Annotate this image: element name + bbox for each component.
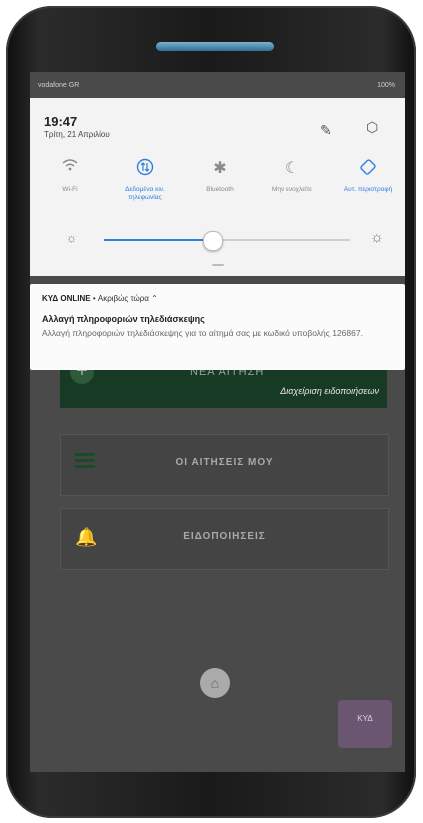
screen: vodafone GR 100% + ΝΕΑ ΑΙΤΗΣΗ Διαχείριση… xyxy=(30,72,405,772)
drag-handle[interactable] xyxy=(212,264,224,266)
speaker-grille xyxy=(156,42,274,51)
notification-card[interactable]: ΚΥΔ ONLINE • Ακριβώς τώρα ⌃ Αλλαγή πληρο… xyxy=(30,284,405,370)
tile-mobile-data[interactable]: Δεδομένα κιν. τηλεφωνίας xyxy=(115,158,175,202)
battery-label: 100% xyxy=(377,82,395,89)
brightness-thumb[interactable] xyxy=(203,231,223,251)
tile-label: Μην ενοχλείτε xyxy=(271,186,313,193)
bluetooth-icon: ✱ xyxy=(213,160,227,177)
brightness-high-icon: ☼ xyxy=(370,229,384,246)
brightness-low-icon: ☼ xyxy=(66,231,77,245)
tile-do-not-disturb[interactable]: ☾ Μην ενοχλείτε xyxy=(262,158,322,194)
expand-icon[interactable]: ⌃ xyxy=(151,294,158,303)
notification-title: Αλλαγή πληροφοριών τηλεδιάσκεψης xyxy=(42,314,205,324)
wifi-icon xyxy=(40,158,100,180)
my-requests-label: ΟΙ ΑΙΤΗΣΕΙΣ ΜΟΥ xyxy=(175,457,274,468)
quick-tiles: Wi-Fi Δεδομένα κιν. τηλεφωνίας ✱ Bluetoo… xyxy=(40,158,400,228)
pencil-icon[interactable]: ✎ xyxy=(320,122,332,139)
clock: 19:47 xyxy=(44,114,78,129)
carrier-label: vodafone GR xyxy=(38,82,80,89)
logo-text: ΚΥΔ xyxy=(357,714,373,723)
status-bar: vodafone GR 100% xyxy=(30,72,405,98)
tile-auto-rotate[interactable]: Αυτ. περιστροφή xyxy=(338,158,398,194)
tile-label: Αυτ. περιστροφή xyxy=(343,186,393,193)
settings-icon[interactable]: ⬡ xyxy=(366,119,378,136)
tile-wifi[interactable]: Wi-Fi xyxy=(40,158,100,194)
tile-label: Δεδομένα κιν. τηλεφωνίας xyxy=(125,186,165,201)
mobile-data-icon xyxy=(115,158,175,180)
tile-label: Bluetooth xyxy=(206,186,234,193)
moon-icon: ☾ xyxy=(284,160,300,177)
home-button[interactable]: ⌂ xyxy=(200,668,230,698)
my-requests-card[interactable]: ΟΙ ΑΙΤΗΣΕΙΣ ΜΟΥ xyxy=(60,434,389,496)
notifications-card[interactable]: 🔔 ΕΙΔΟΠΟΙΗΣΕΙΣ xyxy=(60,508,389,570)
brightness-fill xyxy=(104,239,212,241)
manage-notifications-link[interactable]: Διαχείριση ειδοποιήσεων xyxy=(280,386,379,396)
app-logo: ΚΥΔ xyxy=(338,700,392,748)
tile-bluetooth[interactable]: ✱ Bluetooth xyxy=(190,158,250,194)
notification-body: Αλλαγή πληροφοριών τηλεδιάσκεψης για το … xyxy=(42,328,363,338)
auto-rotate-icon xyxy=(338,158,398,180)
date-label: Τρίτη, 21 Απριλίου xyxy=(44,130,110,139)
notification-time: Ακριβώς τώρα xyxy=(97,294,149,303)
quick-settings-panel: 19:47 Τρίτη, 21 Απριλίου ✎ ⬡ Wi-Fi Δεδομ… xyxy=(30,98,405,276)
tile-label: Wi-Fi xyxy=(62,186,78,193)
notification-header: ΚΥΔ ONLINE • Ακριβώς τώρα ⌃ xyxy=(42,294,158,303)
brightness-slider[interactable]: ☼ ☼ xyxy=(40,229,400,251)
notifications-label: ΕΙΔΟΠΟΙΗΣΕΙΣ xyxy=(183,531,266,542)
notification-app: ΚΥΔ ONLINE xyxy=(42,294,91,303)
brightness-track[interactable] xyxy=(104,231,350,251)
phone-frame: vodafone GR 100% + ΝΕΑ ΑΙΤΗΣΗ Διαχείριση… xyxy=(6,6,416,818)
